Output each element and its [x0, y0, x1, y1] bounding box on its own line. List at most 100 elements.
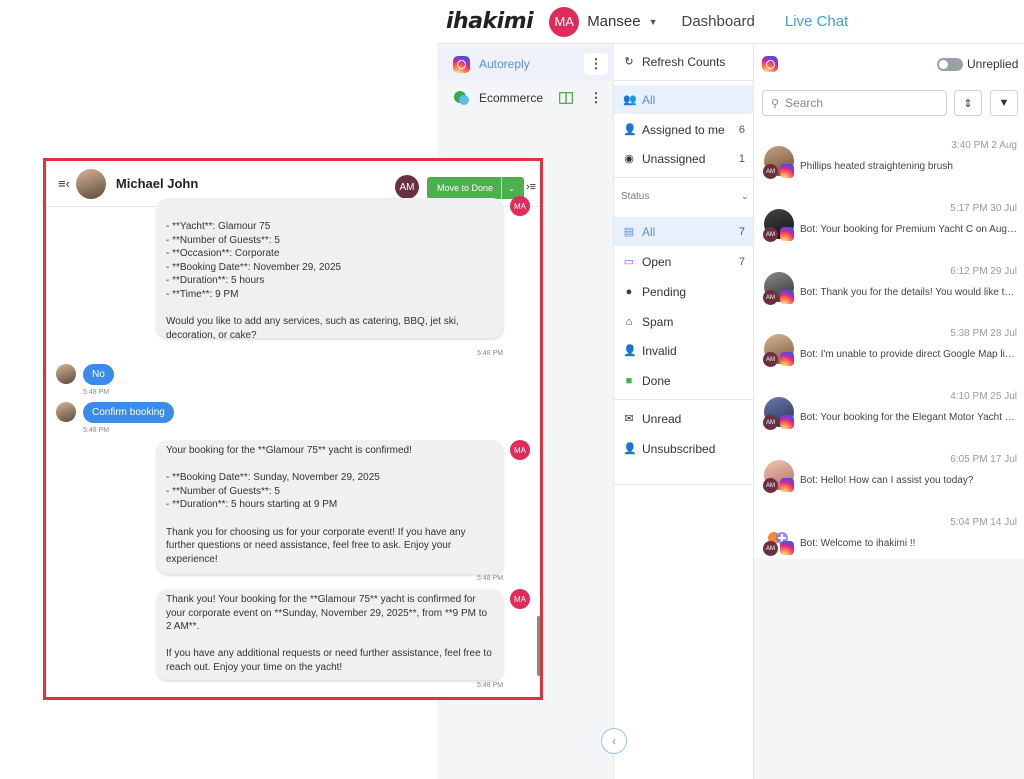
move-to-done-button[interactable]: Move to Done ⌄ — [427, 177, 524, 199]
chat-bubbles-icon — [453, 90, 470, 107]
status-label: Spam — [642, 314, 674, 329]
chevron-down-icon: ⌄ — [740, 191, 749, 202]
conversation-item[interactable]: AM 3:40 PM 2 Aug Phillips heated straigh… — [754, 140, 1024, 202]
document-icon: ▤ — [623, 226, 635, 238]
bot-message: Your booking for the **Glamour 75** yach… — [156, 440, 504, 574]
user-avatar[interactable]: MA — [549, 6, 580, 37]
conversation-item[interactable]: AM 5:04 PM 14 Jul Bot: Welcome to ihakim… — [754, 517, 1024, 579]
status-label: Open — [642, 254, 672, 269]
inbox-label: Autoreply — [479, 57, 530, 71]
scrollbar[interactable] — [537, 616, 540, 676]
instagram-icon — [780, 541, 794, 555]
status-invalid[interactable]: 👤 Invalid — [614, 336, 753, 365]
agent-badge: AM — [763, 164, 778, 179]
refresh-label: Refresh Counts — [642, 54, 726, 69]
collapse-sidebar-button[interactable]: ‹ — [601, 728, 627, 754]
contact-name: Michael John — [115, 176, 199, 191]
message-preview: Bot: Thank you for the details! You woul… — [800, 287, 1018, 298]
filter-label: Unread — [642, 411, 682, 426]
message-preview: Bot: I'm unable to provide direct Google… — [800, 349, 1018, 360]
status-label: Invalid — [642, 343, 677, 358]
count-badge: 1 — [738, 152, 745, 165]
unreplied-toggle[interactable] — [937, 58, 963, 71]
filter-label: Assigned to me — [642, 122, 725, 137]
status-done[interactable]: ■ Done — [614, 366, 753, 395]
filter-unread[interactable]: ✉ Unread — [614, 404, 753, 433]
chevron-down-icon[interactable]: ⌄ — [508, 184, 515, 193]
bot-message: - **Yacht**: Glamour 75 - **Number of Gu… — [156, 198, 504, 341]
more-options-icon[interactable]: ⋮ — [584, 87, 608, 109]
status-filter-pane: ↻ Refresh Counts 👥 All 👤 Assigned to me … — [614, 44, 754, 779]
filter-unassigned[interactable]: ◉ Unassigned 1 — [614, 144, 753, 173]
timestamp: 5:48 PM — [477, 350, 504, 357]
button-separator — [501, 177, 502, 199]
agent-badge: AM — [763, 478, 778, 493]
filter-unsubscribed[interactable]: 👤 Unsubscribed — [614, 434, 753, 463]
more-options-icon[interactable]: ⋮ — [584, 53, 608, 75]
assigned-agent-avatar[interactable]: AM — [395, 175, 419, 199]
instagram-icon — [780, 352, 794, 366]
user-minus-icon: 👤 — [623, 443, 637, 455]
timestamp: 3:40 PM 2 Aug — [951, 140, 1017, 151]
message-preview: Phillips heated straightening brush — [800, 161, 953, 172]
contact-avatar — [56, 402, 76, 422]
user-message: Confirm booking — [83, 402, 174, 423]
inbox-label: Ecommerce — [479, 91, 544, 105]
layout-icon[interactable] — [554, 87, 578, 109]
instagram-icon — [780, 290, 794, 304]
filter-icon: ▼ — [998, 97, 1010, 109]
refresh-counts-button[interactable]: ↻ Refresh Counts — [614, 47, 753, 76]
users-icon: 👥 — [623, 94, 637, 106]
instagram-icon — [780, 478, 794, 492]
sort-button[interactable]: ⇕ — [954, 90, 982, 116]
timestamp: 5:48 PM — [83, 427, 110, 434]
inbox-ecommerce[interactable]: Ecommerce ⋮ — [437, 81, 614, 115]
divider — [614, 80, 753, 81]
divider — [614, 484, 753, 485]
timestamp: 5:17 PM 30 Jul — [950, 203, 1017, 214]
timestamp: 4:10 PM 25 Jul — [950, 391, 1017, 402]
inbox-autoreply[interactable]: Autoreply ⋮ — [437, 47, 614, 81]
status-section-toggle[interactable]: Status ⌄ — [621, 191, 749, 202]
status-label: All — [642, 224, 656, 239]
filter-assigned-to-me[interactable]: 👤 Assigned to me 6 — [614, 115, 753, 144]
status-all[interactable]: ▤ All 7 — [614, 217, 753, 246]
agent-badge: AM — [763, 541, 778, 556]
check-icon: ■ — [625, 374, 633, 387]
message-thread: MA - **Yacht**: Glamour 75 - **Number of… — [46, 196, 540, 697]
username[interactable]: Mansee — [587, 13, 640, 30]
bot-avatar: MA — [510, 589, 530, 609]
chevron-down-icon[interactable]: ▼ — [649, 17, 658, 27]
filter-all[interactable]: 👥 All — [614, 85, 753, 114]
conversation-item[interactable]: AM 5:17 PM 30 Jul Bot: Your booking for … — [754, 203, 1024, 265]
status-spam[interactable]: ⌂ Spam — [614, 307, 753, 336]
expand-panel-icon[interactable]: ›≡ — [526, 181, 536, 193]
user-message: No — [83, 364, 114, 385]
status-open[interactable]: ▭ Open 7 — [614, 247, 753, 276]
nav-dashboard[interactable]: Dashboard — [681, 13, 754, 30]
instagram-icon — [780, 415, 794, 429]
conversation-item[interactable]: AM 5:38 PM 28 Jul Bot: I'm unable to pro… — [754, 328, 1024, 390]
filter-button[interactable]: ▼ — [990, 90, 1018, 116]
status-pending[interactable]: ● Pending — [614, 277, 753, 306]
agent-badge: AM — [763, 352, 778, 367]
conversation-item[interactable]: AM 6:05 PM 17 Jul Bot: Hello! How can I … — [754, 454, 1024, 516]
filter-label: All — [642, 92, 656, 107]
menu-collapse-icon[interactable]: ≡‹ — [58, 176, 70, 191]
message-preview: Bot: Hello! How can I assist you today? — [800, 475, 974, 486]
logo[interactable]: ihakimi — [446, 9, 534, 34]
conversation-item[interactable]: AM 6:12 PM 29 Jul Bot: Thank you for the… — [754, 266, 1024, 328]
message-preview: Bot: Your booking for Premium Yacht C on… — [800, 224, 1018, 235]
conversation-item[interactable]: AM 4:10 PM 25 Jul Bot: Your booking for … — [754, 391, 1024, 453]
bot-message: Thank you! Your booking for the **Glamou… — [156, 589, 504, 680]
search-input[interactable]: ⚲ Search — [762, 90, 947, 116]
filter-label: Unsubscribed — [642, 441, 716, 456]
chevron-left-icon: ‹ — [612, 734, 616, 748]
message-preview: Bot: Your booking for the Elegant Motor … — [800, 412, 1018, 423]
nav-live-chat[interactable]: Live Chat — [785, 13, 848, 30]
timestamp: 5:48 PM — [477, 575, 504, 582]
agent-badge: AM — [763, 227, 778, 242]
count-badge: 7 — [738, 225, 745, 238]
unreplied-label: Unreplied — [967, 57, 1019, 71]
timestamp: 5:48 PM — [477, 682, 504, 689]
